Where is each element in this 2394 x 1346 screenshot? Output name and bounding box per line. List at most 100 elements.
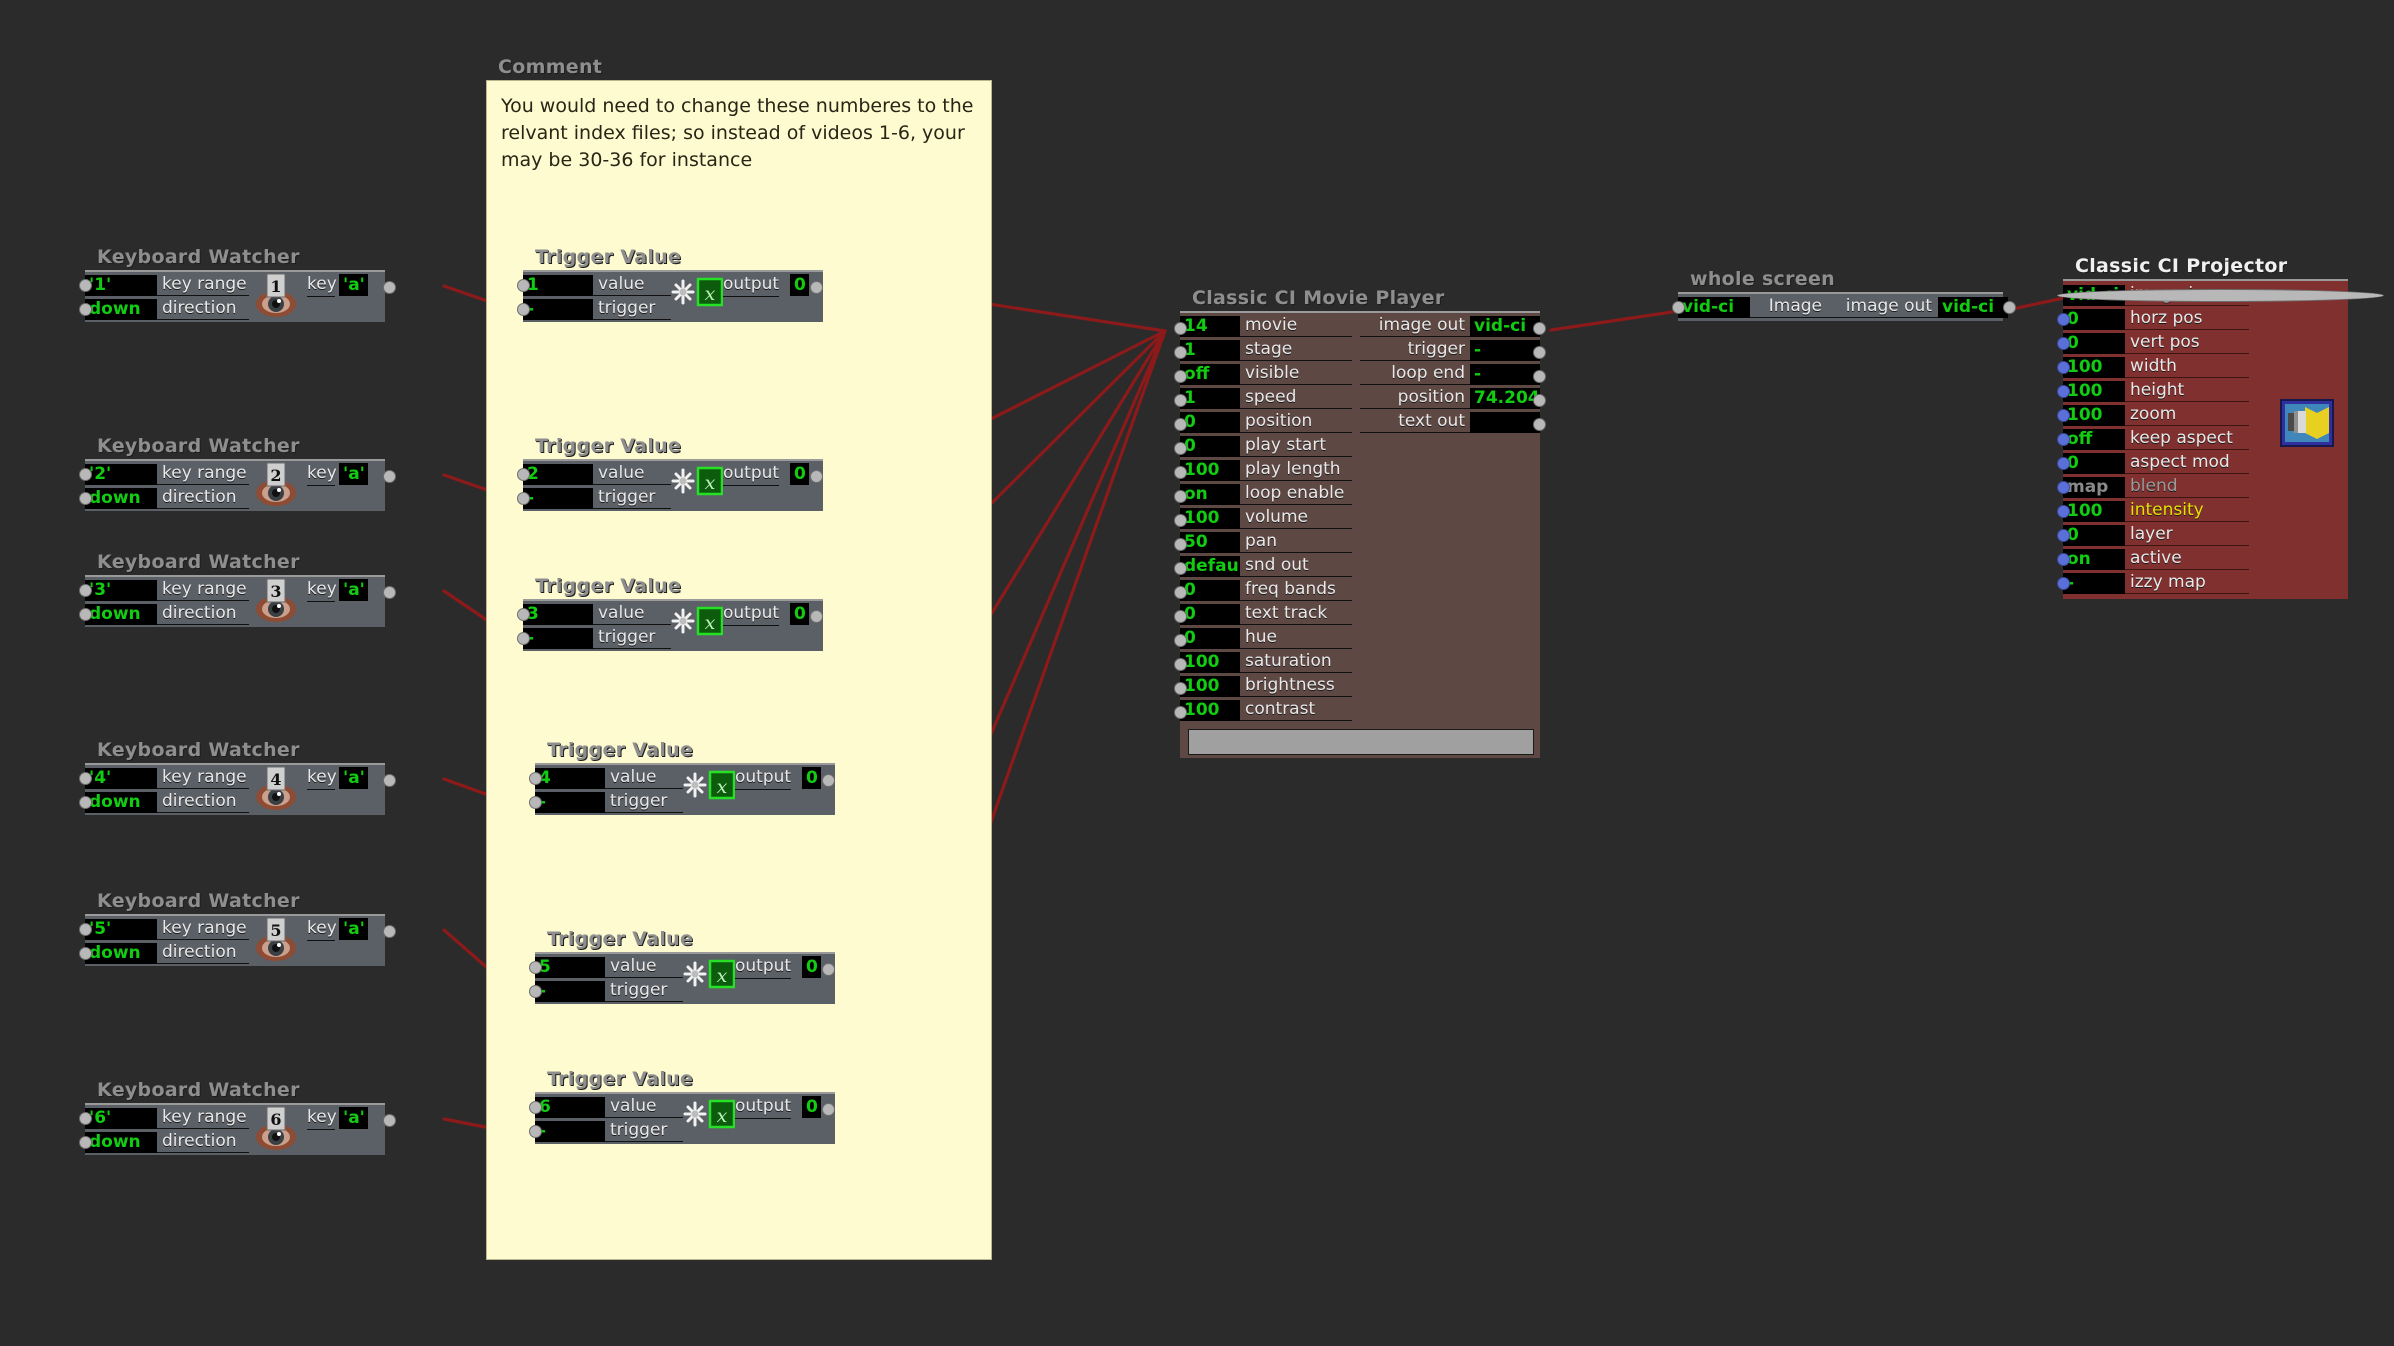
key-range-value[interactable]: '4' xyxy=(85,767,157,789)
input-port-volume[interactable] xyxy=(1174,514,1187,527)
keep-aspect-value[interactable]: off xyxy=(2063,428,2125,450)
table-row[interactable]: default snd out xyxy=(1174,555,1540,579)
input-port-horz-pos[interactable] xyxy=(2057,313,2070,326)
input-port-direction[interactable] xyxy=(79,303,92,316)
blend-value[interactable]: map xyxy=(2063,476,2125,498)
classic-ci-projector-node[interactable]: Classic CI Projector vid-ci image in 0 h… xyxy=(2057,255,2384,599)
value-field[interactable]: 4 xyxy=(535,767,605,789)
input-port-contrast[interactable] xyxy=(1174,706,1187,719)
output-port-key[interactable] xyxy=(382,774,396,787)
node-body[interactable]: 2 value - trigger x output 0 xyxy=(517,459,823,511)
input-port-key-range[interactable] xyxy=(79,468,92,481)
key-output[interactable]: 'a' xyxy=(339,918,396,940)
node-body[interactable]: 6 value - trigger x output 0 xyxy=(529,1092,835,1144)
table-row[interactable]: 0 text track xyxy=(1174,603,1540,627)
input-port-value[interactable] xyxy=(517,468,530,481)
table-row[interactable]: 14 movie image out vid-ci xyxy=(1174,315,1546,339)
input-port-loop-enable[interactable] xyxy=(1174,490,1187,503)
node-body[interactable]: '6' key range down direction 6 key 'a' xyxy=(79,1103,396,1155)
input-port-key-range[interactable] xyxy=(79,584,92,597)
table-row[interactable]: 0 hue xyxy=(1174,627,1540,651)
height-value[interactable]: 100 xyxy=(2063,380,2125,402)
input-port-trigger[interactable] xyxy=(529,796,542,809)
output-port-key[interactable] xyxy=(382,925,396,938)
input-port-value[interactable] xyxy=(517,279,530,292)
position-out-value[interactable]: 74.2048 xyxy=(1470,388,1540,409)
loop-enable-value[interactable]: on xyxy=(1180,484,1240,505)
output-port[interactable] xyxy=(821,963,835,976)
trigger-field[interactable]: - xyxy=(535,791,605,813)
classic-ci-movie-player-node[interactable]: Classic CI Movie Player 14 movie image o… xyxy=(1174,287,1546,758)
vert-pos-value[interactable]: 0 xyxy=(2063,332,2125,354)
table-row[interactable]: 100 volume xyxy=(1174,507,1540,531)
width-value[interactable]: 100 xyxy=(2063,356,2125,378)
input-port-direction[interactable] xyxy=(79,492,92,505)
key-range-value[interactable]: '2' xyxy=(85,463,157,485)
table-row[interactable]: 100 brightness xyxy=(1174,675,1540,699)
node-body[interactable]: 4 value - trigger x output 0 xyxy=(529,763,835,815)
trigger-out-value[interactable]: - xyxy=(1470,340,1540,361)
snd-out-value[interactable]: default xyxy=(1180,556,1240,577)
input-port-trigger[interactable] xyxy=(517,492,530,505)
input-port-brightness[interactable] xyxy=(1174,682,1187,695)
table-row[interactable]: off visible loop end - xyxy=(1174,363,1546,387)
input-port-direction[interactable] xyxy=(79,608,92,621)
movie-scrub-bar[interactable] xyxy=(1188,729,1534,755)
output-value[interactable]: 0 xyxy=(802,1096,821,1118)
stage-value[interactable]: 1 xyxy=(1180,340,1240,361)
text-out-value[interactable] xyxy=(1470,412,1540,433)
key-value[interactable]: 'a' xyxy=(339,1107,368,1129)
node-body[interactable]: 14 movie image out vid-ci 1 stage trigge… xyxy=(1174,311,1546,758)
play-start-value[interactable]: 0 xyxy=(1180,436,1240,457)
direction-value[interactable]: down xyxy=(85,942,157,964)
position-value[interactable]: 0 xyxy=(1180,412,1240,433)
table-row[interactable]: 1 speed position 74.2048 xyxy=(1174,387,1546,411)
direction-value[interactable]: down xyxy=(85,791,157,813)
table-row[interactable]: 100 play length xyxy=(1174,459,1540,483)
input-port-image[interactable] xyxy=(1672,301,1685,314)
izzy-map-value[interactable]: - xyxy=(2063,572,2125,594)
keyboard-watcher-node-6[interactable]: Keyboard Watcher '6' key range down dire… xyxy=(79,1079,396,1155)
table-row[interactable]: on loop enable xyxy=(1174,483,1540,507)
input-port-image-in[interactable] xyxy=(2057,289,2384,302)
keyboard-watcher-node-2[interactable]: Keyboard Watcher '2' key range down dire… xyxy=(79,435,396,511)
input-port-play-length[interactable] xyxy=(1174,466,1187,479)
movie-value[interactable]: 14 xyxy=(1180,316,1240,337)
input-port-text-track[interactable] xyxy=(1174,610,1187,623)
key-value[interactable]: 'a' xyxy=(339,579,368,601)
trigger-field[interactable]: - xyxy=(523,298,593,320)
output-port[interactable] xyxy=(821,1103,835,1116)
input-port-trigger[interactable] xyxy=(517,303,530,316)
direction-value[interactable]: down xyxy=(85,1131,157,1153)
output-port-loop-end[interactable] xyxy=(1533,370,1546,383)
table-row[interactable]: 0 horz pos xyxy=(2057,307,2348,331)
trigger-value-node-3[interactable]: Trigger Value 3 value - trigger x output… xyxy=(517,575,823,651)
input-port-vert-pos[interactable] xyxy=(2057,337,2070,350)
zoom-value[interactable]: 100 xyxy=(2063,404,2125,426)
input-port-key-range[interactable] xyxy=(79,1112,92,1125)
node-body[interactable]: '5' key range down direction 5 key 'a' xyxy=(79,914,396,966)
input-port-intensity[interactable] xyxy=(2057,505,2070,518)
trigger-field[interactable]: - xyxy=(535,980,605,1002)
output-port-image-out[interactable] xyxy=(2003,301,2016,314)
table-row[interactable]: 0 play start xyxy=(1174,435,1540,459)
key-output[interactable]: 'a' xyxy=(339,274,396,296)
input-port-key-range[interactable] xyxy=(79,772,92,785)
node-body[interactable]: '4' key range down direction 4 key 'a' xyxy=(79,763,396,815)
trigger-value-node-4[interactable]: Trigger Value 4 value - trigger x output… xyxy=(529,739,835,815)
table-row[interactable]: 0 layer xyxy=(2057,523,2348,547)
table-row[interactable]: vid-ci image in xyxy=(2057,283,2384,307)
direction-value[interactable]: down xyxy=(85,487,157,509)
input-port-keep-aspect[interactable] xyxy=(2057,433,2070,446)
output-port[interactable] xyxy=(809,470,823,483)
output-port[interactable] xyxy=(809,610,823,623)
value-field[interactable]: 3 xyxy=(523,603,593,625)
brightness-value[interactable]: 100 xyxy=(1180,676,1240,697)
trigger-value-node-2[interactable]: Trigger Value 2 value - trigger x output… xyxy=(517,435,823,511)
input-port-speed[interactable] xyxy=(1174,394,1187,407)
image-in-value[interactable]: vid-ci xyxy=(1678,297,1750,318)
value-field[interactable]: 1 xyxy=(523,274,593,296)
input-port-movie[interactable] xyxy=(1174,322,1187,335)
output-value[interactable]: 0 xyxy=(790,603,809,625)
input-port-value[interactable] xyxy=(517,608,530,621)
